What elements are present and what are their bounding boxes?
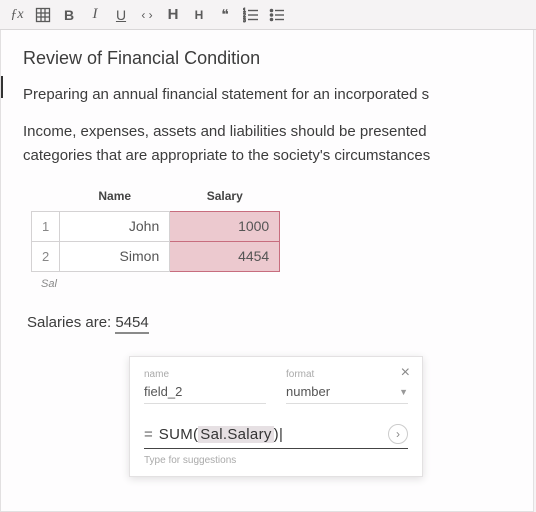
data-table-wrapper: Name Salary 1 John 1000 2 Simon 4454 Sal: [31, 185, 511, 290]
ordered-list-button[interactable]: 123: [240, 4, 262, 26]
cell-name[interactable]: John: [60, 211, 170, 241]
name-value[interactable]: field_2: [144, 382, 266, 404]
italic-button[interactable]: I: [84, 4, 106, 26]
toolbar: ƒx B I U ‹ › H H ❝ 123: [0, 0, 536, 30]
formula-text[interactable]: SUM(Sal.Salary)|: [159, 426, 382, 443]
submit-icon[interactable]: ›: [388, 424, 408, 444]
format-field[interactable]: format number ▼: [286, 369, 408, 404]
format-label: format: [286, 369, 408, 380]
cell-name[interactable]: Simon: [60, 241, 170, 271]
col-header-name[interactable]: Name: [60, 185, 170, 212]
cell-salary[interactable]: 4454: [170, 241, 280, 271]
h2-button[interactable]: H: [188, 4, 210, 26]
text-cursor: [1, 76, 3, 98]
data-table[interactable]: Name Salary 1 John 1000 2 Simon 4454: [31, 185, 280, 272]
heading[interactable]: Review of Financial Condition: [23, 48, 511, 69]
formula-popover: name field_2 format number ▼ × = SUM(Sal…: [129, 356, 423, 477]
equals-sign: =: [144, 426, 153, 443]
document-area[interactable]: Review of Financial Condition Preparing …: [0, 30, 534, 512]
underline-button[interactable]: U: [110, 4, 132, 26]
table-caption[interactable]: Sal: [41, 278, 511, 290]
result-line[interactable]: Salaries are: 5454: [27, 314, 511, 331]
row-number: 1: [32, 211, 60, 241]
name-field[interactable]: name field_2: [144, 369, 266, 404]
bold-button[interactable]: B: [58, 4, 80, 26]
paragraph-1[interactable]: Preparing an annual financial statement …: [23, 83, 511, 106]
formula-hint: Type for suggestions: [144, 455, 408, 466]
unordered-list-button[interactable]: [266, 4, 288, 26]
h1-button[interactable]: H: [162, 4, 184, 26]
table-row[interactable]: 2 Simon 4454: [32, 241, 280, 271]
close-icon[interactable]: ×: [401, 365, 410, 381]
row-number: 2: [32, 241, 60, 271]
formula-arg: Sal.Salary: [198, 426, 273, 443]
result-value[interactable]: 5454: [115, 314, 148, 334]
format-value[interactable]: number ▼: [286, 382, 408, 404]
quote-button[interactable]: ❝: [214, 4, 236, 26]
col-header-salary[interactable]: Salary: [170, 185, 280, 212]
row-header-blank: [32, 185, 60, 212]
name-label: name: [144, 369, 266, 380]
chevron-down-icon[interactable]: ▼: [399, 387, 408, 397]
paragraph-2[interactable]: Income, expenses, assets and liabilities…: [23, 120, 511, 167]
result-label: Salaries are:: [27, 314, 115, 331]
table-icon[interactable]: [32, 4, 54, 26]
table-row[interactable]: 1 John 1000: [32, 211, 280, 241]
code-button[interactable]: ‹ ›: [136, 4, 158, 26]
svg-text:3: 3: [243, 18, 246, 23]
formula-icon[interactable]: ƒx: [6, 4, 28, 26]
formula-input[interactable]: = SUM(Sal.Salary)| ›: [144, 424, 408, 449]
cell-salary[interactable]: 1000: [170, 211, 280, 241]
